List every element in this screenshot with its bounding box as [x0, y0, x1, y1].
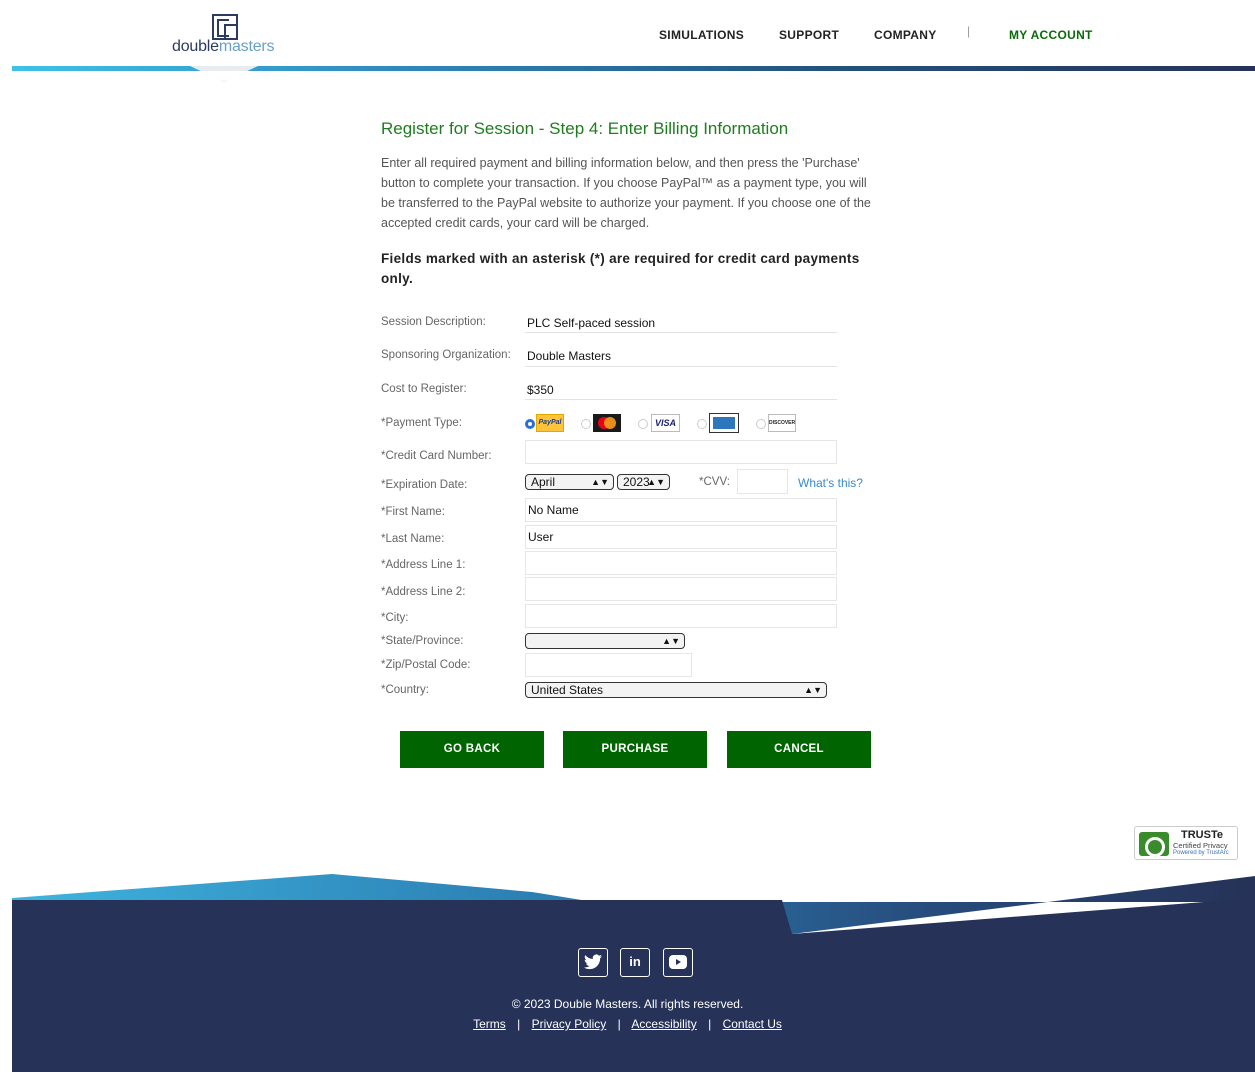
footer-links: Terms | Privacy Policy | Accessibility |… — [0, 1017, 1255, 1031]
amex-logo-icon — [709, 413, 739, 433]
footer-link-contact[interactable]: Contact Us — [723, 1017, 782, 1031]
truste-subtitle: Certified Privacy — [1173, 841, 1228, 850]
last-name-input[interactable] — [525, 525, 837, 549]
visa-logo-icon: VISA — [651, 414, 680, 432]
payment-radio-paypal[interactable] — [525, 419, 535, 429]
state-select[interactable]: ▲▼ — [525, 633, 685, 649]
zip-input[interactable] — [525, 653, 692, 677]
purchase-button[interactable]: PURCHASE — [563, 731, 707, 768]
mastercard-logo-icon — [593, 414, 621, 432]
footer-link-privacy[interactable]: Privacy Policy — [532, 1017, 607, 1031]
expiration-label: *Expiration Date: — [381, 479, 468, 491]
linkedin-icon[interactable]: in — [620, 948, 650, 977]
state-label: *State/Province: — [381, 635, 464, 647]
logo-mark-icon — [212, 14, 238, 40]
session-description-value: PLC Self-paced session — [527, 316, 656, 330]
last-name-label: *Last Name: — [381, 533, 445, 545]
nav-simulations[interactable]: SIMULATIONS — [659, 28, 744, 42]
city-label: *City: — [381, 612, 409, 624]
cvv-input[interactable] — [737, 469, 788, 494]
truste-seal-icon — [1139, 832, 1169, 857]
select-arrows-icon: ▲▼ — [591, 477, 609, 487]
footer-link-terms[interactable]: Terms — [473, 1017, 506, 1031]
row-divider — [525, 332, 837, 333]
go-back-button[interactable]: GO BACK — [400, 731, 544, 768]
youtube-icon[interactable] — [663, 948, 693, 977]
session-description-label: Session Description: — [381, 316, 486, 328]
city-input[interactable] — [525, 604, 837, 628]
footer-link-separator: | — [517, 1017, 521, 1031]
expiration-month-value: April — [531, 475, 556, 489]
truste-title: TRUSTe — [1181, 829, 1223, 841]
page-title: Register for Session - Step 4: Enter Bil… — [381, 119, 789, 138]
expiration-year-value: 2023 — [623, 475, 650, 489]
sponsoring-org-value: Double Masters — [527, 349, 612, 363]
copyright-text: © 2023 Double Masters. All rights reserv… — [511, 997, 744, 1011]
footer-link-separator: | — [617, 1017, 621, 1031]
sponsoring-org-label: Sponsoring Organization: — [381, 349, 511, 361]
logo-text: doublemasters — [172, 38, 275, 55]
twitter-bird-icon — [584, 954, 602, 970]
country-value: United States — [531, 683, 604, 697]
card-number-label: *Credit Card Number: — [381, 450, 492, 462]
footer-link-separator: | — [708, 1017, 712, 1031]
address2-input[interactable] — [525, 577, 837, 601]
truste-badge[interactable]: TRUSTe Certified Privacy Powered by Trus… — [1134, 826, 1238, 860]
address1-input[interactable] — [525, 551, 837, 575]
mastercard-circles-icon — [593, 414, 621, 432]
payment-radio-mastercard[interactable] — [581, 419, 591, 429]
address1-label: *Address Line 1: — [381, 559, 466, 571]
footer-link-accessibility[interactable]: Accessibility — [631, 1017, 696, 1031]
cost-value: $350 — [527, 383, 554, 397]
row-divider — [525, 366, 837, 367]
paypal-logo-icon: PayPal — [536, 414, 564, 432]
discover-logo-icon: DISCOVER — [768, 414, 796, 432]
cancel-button[interactable]: CANCEL — [727, 731, 871, 768]
header-notch-inner — [193, 71, 255, 81]
country-select[interactable]: United States ▲▼ — [525, 682, 827, 698]
expiration-month-select[interactable]: April ▲▼ — [525, 474, 614, 490]
nav-company[interactable]: COMPANY — [874, 28, 937, 42]
select-arrows-icon: ▲▼ — [804, 685, 822, 695]
nav-my-account[interactable]: MY ACCOUNT — [1009, 28, 1093, 42]
payment-radio-visa[interactable] — [638, 419, 648, 429]
logo[interactable]: doublemasters — [172, 14, 282, 58]
intro-text: Enter all required payment and billing i… — [381, 156, 871, 230]
youtube-play-icon — [669, 955, 687, 969]
nav-support[interactable]: SUPPORT — [779, 28, 839, 42]
zip-label: *Zip/Postal Code: — [381, 659, 471, 671]
cost-label: Cost to Register: — [381, 383, 467, 395]
select-arrows-icon: ▲▼ — [647, 477, 665, 487]
payment-radio-amex[interactable] — [697, 419, 707, 429]
payment-type-label: *Payment Type: — [381, 417, 462, 429]
main-content: Register for Session - Step 4: Enter Bil… — [381, 115, 881, 289]
site-header: doublemasters SIMULATIONS SUPPORT COMPAN… — [0, 0, 1255, 82]
nav-separator: | — [967, 24, 971, 38]
truste-powered: Powered by TrustArc — [1173, 850, 1229, 856]
cvv-help-link[interactable]: What's this? — [798, 476, 863, 490]
cvv-label: *CVV: — [699, 476, 730, 488]
country-label: *Country: — [381, 684, 429, 696]
required-note: Fields marked with an asterisk (*) are r… — [381, 251, 860, 286]
card-number-input[interactable] — [525, 440, 837, 464]
select-arrows-icon: ▲▼ — [662, 636, 680, 646]
first-name-label: *First Name: — [381, 506, 445, 518]
twitter-icon[interactable] — [578, 948, 608, 977]
payment-radio-discover[interactable] — [756, 419, 766, 429]
address2-label: *Address Line 2: — [381, 586, 466, 598]
row-divider — [525, 399, 837, 400]
first-name-input[interactable] — [525, 498, 837, 522]
expiration-year-select[interactable]: 2023 ▲▼ — [617, 474, 670, 490]
